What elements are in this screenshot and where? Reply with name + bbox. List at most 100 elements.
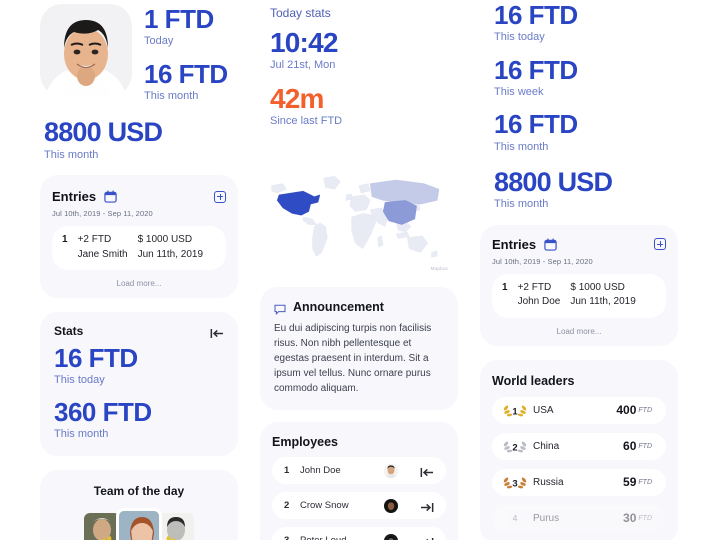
kpi-today-label: This today [494,30,664,45]
stats-today-value: 16 FTD [54,345,224,372]
arrow-to-right-bar-icon[interactable] [420,535,434,540]
kpi-today-value: 16 FTD [494,2,664,29]
entries-header: Entries [52,189,226,204]
entry-col-left: +2 FTD Jane Smith [78,233,128,262]
country-unit: FTD [638,479,652,486]
employee-index: 1 [284,465,300,476]
profile-stat-month-label: This month [144,89,228,104]
stats-header: Stats [54,324,224,338]
employee-avatar-2 [384,499,398,513]
announcement-title: Announcement [293,300,384,314]
team-photos [50,506,228,540]
entry-col-right: $ 1000 USD Jun 11th, 2019 [570,281,635,310]
entries-date-range: Jul 10th, 2019 - Sep 11, 2020 [492,257,666,266]
entry-amount: $ 1000 USD [138,234,192,245]
entry-person: Jane Smith [78,249,128,260]
today-stats-card: Today stats 10:42 Jul 21st, Mon 42m Sinc… [260,0,458,145]
entry-details: +2 FTD Jane Smith $ 1000 USD Jun 11th, 2… [78,233,216,262]
world-leaders-card: World leaders 1 [480,360,678,540]
middle-column: Today stats 10:42 Jul 21st, Mon 42m Sinc… [260,0,458,540]
laurel-wreath-icon [79,526,199,540]
calendar-icon[interactable] [544,238,557,251]
list-item[interactable]: 3 Peter Loud [272,527,446,540]
entries-title: Entries [492,237,536,252]
profile-stat-today-label: Today [144,34,228,49]
entry-ftd: +2 FTD [518,282,552,293]
kpi-card: 16 FTD This today 16 FTD This week 16 FT… [480,0,678,225]
entry-col-left: +2 FTD John Doe [518,281,561,310]
speech-bubble-icon [274,302,286,313]
list-item[interactable]: 1 John Doe [272,457,446,484]
today-date-label: Jul 21st, Mon [270,58,446,73]
profile-top: 1 FTD Today 16 FTD This month [40,0,238,104]
stats-card: Stats 16 FTD This today 360 FTD This mon… [40,312,238,456]
table-row[interactable]: 1 +2 FTD Jane Smith $ 1000 USD Jun 11th,… [52,226,226,270]
right-column: 16 FTD This today 16 FTD This week 16 FT… [480,0,678,540]
employee-avatar-1 [384,464,398,478]
arrow-to-left-bar-icon[interactable] [210,326,224,337]
entries-card-left: Entries Jul 10th, 2019 - Sep 11, 2020 1 [40,175,238,298]
stats-month-value: 360 FTD [54,399,224,426]
team-of-the-day-card: Team of the day [40,470,238,540]
announcement-header: Announcement [274,300,444,314]
employee-name: Peter Loud [300,535,384,540]
country-unit: FTD [638,407,652,414]
table-row[interactable]: 1 +2 FTD John Doe $ 1000 USD Jun 11th, 2… [492,274,666,318]
calendar-icon[interactable] [104,190,117,203]
kpi-month: 16 FTD This month [494,111,664,155]
kpi-revenue: 8800 USD This month [494,168,664,213]
entry-person: John Doe [518,296,561,307]
entries-load-more[interactable]: Load more... [52,279,226,288]
arrow-to-left-bar-icon[interactable] [420,465,434,476]
country-value: 59 [623,475,636,489]
svg-text:3: 3 [512,479,517,490]
since-last-ftd-value: 42m [270,84,446,113]
country-value: 60 [623,439,636,453]
entry-amount: $ 1000 USD [570,282,624,293]
employee-avatar-3 [384,534,398,540]
world-map[interactable]: Mapbox [266,165,452,273]
country-name: Purus [533,513,623,524]
bronze-wreath-icon: 3 [502,474,528,490]
profile-photo[interactable] [40,4,132,96]
stats-title: Stats [54,324,83,338]
silver-wreath-icon: 2 [502,438,528,454]
add-entry-button[interactable] [214,191,226,203]
svg-text:2: 2 [512,443,517,454]
list-item[interactable]: 2 China 60 FTD [492,433,666,460]
entry-ftd: +2 FTD [78,234,112,245]
today-time-value: 10:42 [270,28,446,57]
list-item[interactable]: 1 USA 400 FTD [492,397,666,424]
team-title: Team of the day [50,484,228,498]
profile-stat-month-value: 16 FTD [144,61,228,88]
entry-date: Jun 11th, 2019 [570,296,635,307]
profile-revenue-label: This month [44,148,238,163]
entry-index: 1 [62,233,68,245]
stats-today-label: This today [54,373,224,388]
list-item[interactable]: 3 Russia 59 FTD [492,469,666,496]
country-unit: FTD [638,515,652,522]
profile-stat-today-value: 1 FTD [144,6,228,33]
kpi-revenue-label: This month [494,197,664,212]
employee-index: 3 [284,535,300,540]
list-item[interactable]: 2 Crow Snow [272,492,446,519]
world-map-card: Mapbox [260,157,458,279]
today-stats-title: Today stats [270,5,446,22]
entries-card-right: Entries Jul 10th, 2019 - Sep 11, 2020 1 [480,225,678,346]
dashboard: 1 FTD Today 16 FTD This month 8800 USD T… [0,0,720,540]
gold-wreath-icon: 1 [502,402,528,418]
kpi-month-value: 16 FTD [494,111,664,138]
entries-load-more[interactable]: Load more... [492,327,666,336]
profile-metrics: 1 FTD Today 16 FTD This month [144,4,228,104]
add-entry-button[interactable] [654,238,666,250]
entry-col-right: $ 1000 USD Jun 11th, 2019 [138,233,203,262]
announcement-body: Eu dui adipiscing turpis non facilisis r… [274,321,444,396]
arrow-to-right-bar-icon[interactable] [420,500,434,511]
country-name: USA [533,405,616,416]
employees-title: Employees [272,435,446,449]
map-credit: Mapbox [431,266,448,271]
profile-revenue: 8800 USD This month [40,104,238,163]
list-item[interactable]: 4 Purus 30 FTD [492,505,666,532]
employee-index: 2 [284,500,300,511]
employee-name: John Doe [300,465,384,476]
